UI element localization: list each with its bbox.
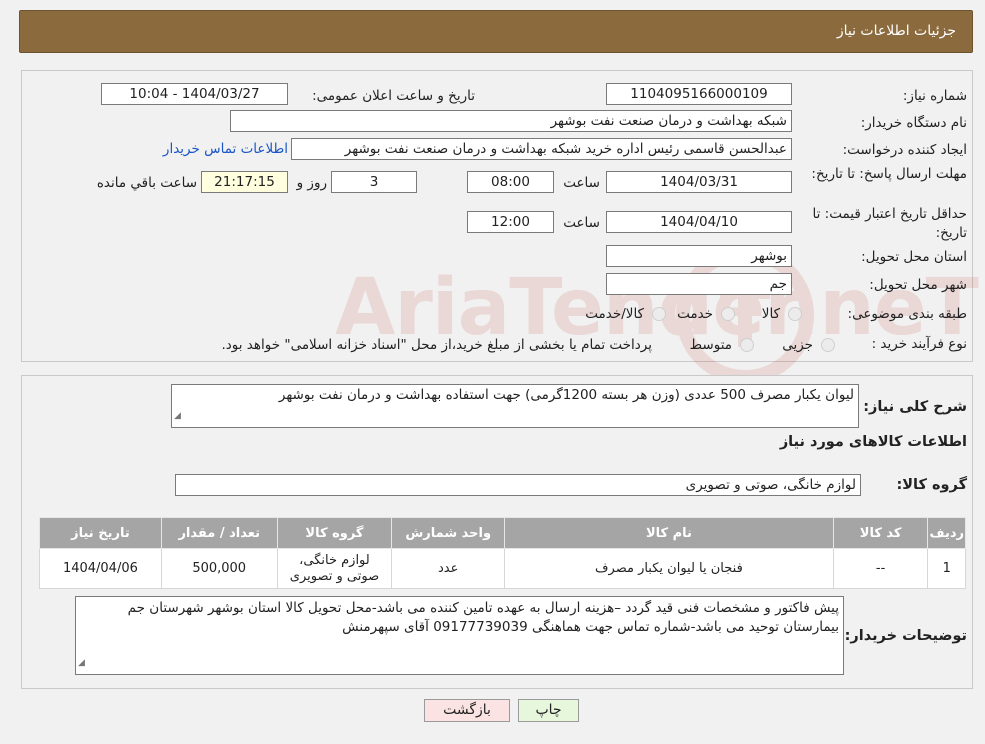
deadline-date-field: 1404/03/31 xyxy=(606,171,792,193)
print-button[interactable]: چاپ xyxy=(518,699,579,722)
need-number-field: 1104095166000109 xyxy=(606,83,792,105)
validity-time-field: 12:00 xyxy=(467,211,554,233)
page-header: جزئیات اطلاعات نیاز xyxy=(19,10,973,53)
city-field: جم xyxy=(606,273,792,295)
cell-quantity: 500,000 xyxy=(160,548,278,589)
deadline-time-field: 08:00 xyxy=(467,171,554,193)
deadline-time-label: ساعت xyxy=(563,175,600,191)
process-option-minor: جزیی xyxy=(782,337,813,353)
process-radio-medium[interactable] xyxy=(740,338,754,352)
table-header-row: ردیف کد کالا نام کالا واحد شمارش گروه کا… xyxy=(39,517,966,549)
validity-time-label: ساعت xyxy=(563,215,600,231)
process-note: پرداخت تمام یا بخشی از مبلغ خرید،از محل … xyxy=(221,337,652,353)
buyer-contact-link[interactable]: اطلاعات تماس خریدار xyxy=(163,141,288,157)
resize-handle-icon[interactable]: ◢ xyxy=(174,406,181,426)
need-description-text: لیوان یکبار مصرف 500 عددی (وزن هر بسته 1… xyxy=(278,387,854,403)
cell-item-code: -- xyxy=(832,548,929,589)
buyer-notes-text: پیش فاکتور و مشخصات فنی قید گردد –هزینه … xyxy=(127,600,839,635)
goods-group-label: گروه کالا: xyxy=(896,477,967,493)
category-radio-goods-service[interactable] xyxy=(652,307,666,321)
deadline-label: مهلت ارسال پاسخ: تا تاریخ: xyxy=(811,166,967,182)
category-option-goods-service: کالا/خدمت xyxy=(585,306,644,322)
days-label: روز و xyxy=(296,175,327,191)
category-option-service: خدمت xyxy=(677,306,713,322)
category-radio-service[interactable] xyxy=(721,307,735,321)
col-quantity: تعداد / مقدار xyxy=(160,517,278,549)
category-label: طبقه بندی موضوعی: xyxy=(847,306,967,322)
need-description-label: شرح کلی نیاز: xyxy=(863,399,967,415)
remaining-label: ساعت باقي مانده xyxy=(96,175,197,191)
validity-label: حداقل تاريخ اعتبار قيمت: تا تاریخ: xyxy=(812,206,967,241)
col-unit: واحد شمارش xyxy=(391,517,506,549)
col-item-code: کد کالا xyxy=(832,517,929,549)
resize-handle-icon[interactable]: ◢ xyxy=(78,654,85,673)
category-radio-goods[interactable] xyxy=(788,307,802,321)
remaining-time-field: 21:17:15 xyxy=(201,171,288,193)
process-option-medium: متوسط xyxy=(689,337,732,353)
process-radio-minor[interactable] xyxy=(821,338,835,352)
goods-group-field: لوازم خانگی، صوتی و تصویری xyxy=(175,474,861,496)
need-description-field[interactable]: لیوان یکبار مصرف 500 عددی (وزن هر بسته 1… xyxy=(171,384,859,428)
category-option-goods: کالا xyxy=(761,306,780,322)
cell-item-name: فنجان یا لیوان یکبار مصرف xyxy=(504,548,834,589)
city-label: شهر محل تحویل: xyxy=(869,277,967,293)
process-label: نوع فرآیند خرید : xyxy=(871,336,967,352)
cell-need-date: 1404/04/06 xyxy=(39,548,162,589)
requester-label: ایجاد کننده درخواست: xyxy=(842,142,967,158)
cell-item-group: لوازم خانگی، صوتی و تصویری xyxy=(276,548,393,589)
cell-unit: عدد xyxy=(391,548,506,589)
need-number-label: شماره نیاز: xyxy=(902,88,967,104)
col-row-number: ردیف xyxy=(927,517,966,549)
buyer-notes-field[interactable]: پیش فاکتور و مشخصات فنی قید گردد –هزینه … xyxy=(75,596,844,675)
validity-date-field: 1404/04/10 xyxy=(606,211,792,233)
col-item-name: نام کالا xyxy=(504,517,834,549)
col-need-date: تاریخ نیاز xyxy=(39,517,162,549)
page-title: جزئیات اطلاعات نیاز xyxy=(836,23,956,39)
cell-row-number: 1 xyxy=(927,548,966,589)
col-item-group: گروه کالا xyxy=(276,517,393,549)
announce-field: 1404/03/27 - 10:04 xyxy=(101,83,288,105)
goods-info-title: اطلاعات کالاهای مورد نیاز xyxy=(779,434,967,450)
province-label: استان محل تحویل: xyxy=(861,249,967,265)
buyer-org-label: نام دستگاه خریدار: xyxy=(860,115,967,131)
buyer-org-field: شبکه بهداشت و درمان صنعت نفت بوشهر xyxy=(230,110,792,132)
items-table: ردیف کد کالا نام کالا واحد شمارش گروه کا… xyxy=(39,517,966,589)
days-field: 3 xyxy=(331,171,417,193)
table-row: 1 -- فنجان یا لیوان یکبار مصرف عدد لوازم… xyxy=(39,548,966,589)
requester-field: عبدالحسن قاسمی رئیس اداره خرید شبکه بهدا… xyxy=(291,138,792,160)
buyer-notes-label: توضیحات خریدار: xyxy=(844,628,967,644)
province-field: بوشهر xyxy=(606,245,792,267)
announce-label: تاریخ و ساعت اعلان عمومی: xyxy=(312,88,475,104)
back-button[interactable]: بازگشت xyxy=(424,699,510,722)
